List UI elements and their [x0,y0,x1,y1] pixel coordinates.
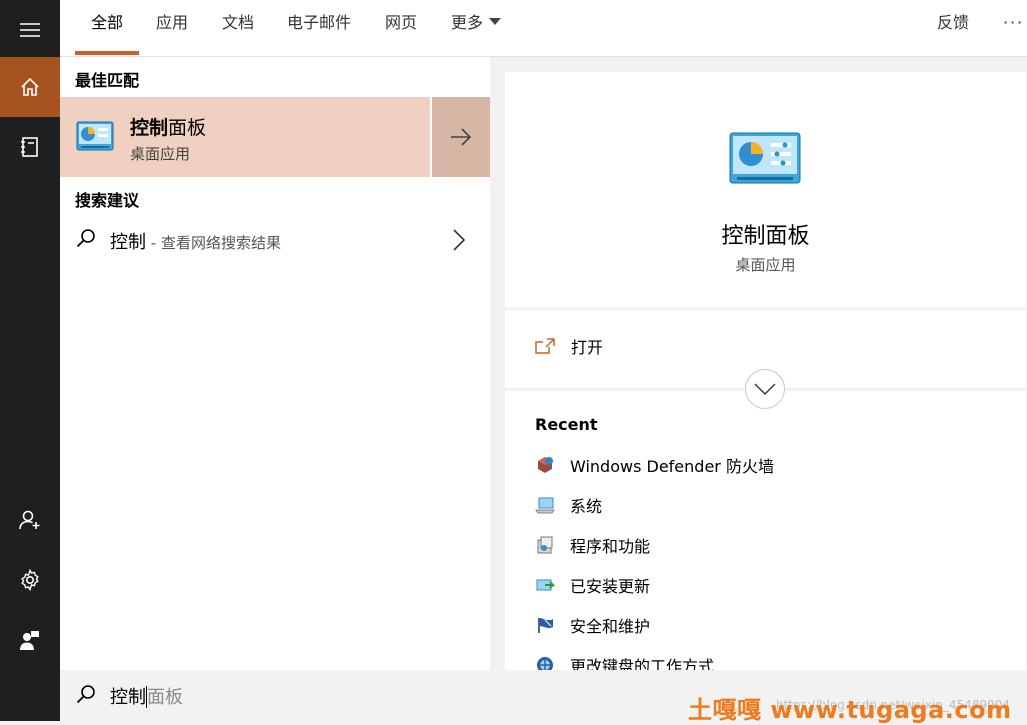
recent-item[interactable]: 程序和功能 [535,532,650,558]
chevron-right-icon [452,228,466,256]
home-icon [21,77,39,96]
tab-more-label: 更多 [451,13,484,32]
recent-item[interactable]: 更改键盘的工作方式 [535,652,714,670]
account-button[interactable] [0,490,60,550]
recent-item[interactable]: 已安装更新 [535,572,650,598]
search-icon [76,684,96,708]
firewall-icon [538,457,553,473]
recent-heading: Recent [535,415,598,434]
arrow-right-icon [451,128,472,146]
control-panel-icon [76,121,114,155]
keyboard-ease-icon [537,657,553,670]
programs-icon [537,536,553,554]
updates-icon [536,579,555,591]
search-suggestions-heading: 搜索建议 [75,191,140,210]
results-pane: 最佳匹配 控制面板 桌面应用 搜索建议 控制 - 查看网络搜索结果 [60,57,490,670]
search-icon [76,228,96,252]
security-flag-icon [538,618,553,633]
more-options-button[interactable]: ··· [1003,0,1024,46]
recent-item[interactable]: 系统 [535,492,602,518]
notebook-button[interactable] [0,117,60,177]
add-person-icon [19,510,40,530]
search-autocomplete: 面板 [147,687,183,708]
home-button[interactable] [0,57,60,117]
detail-title: 控制面板 [721,224,810,249]
feedback-button[interactable] [0,610,60,670]
detail-subtitle: 桌面应用 [735,256,796,274]
caret-down-icon [489,18,502,25]
tab-documents[interactable]: 文档 [222,0,254,57]
left-rail [0,0,60,721]
tab-all[interactable]: 全部 [91,0,123,57]
open-external-icon [535,338,555,354]
system-icon [535,497,555,514]
best-match-name: 控制面板 [130,117,207,139]
control-panel-large-icon [729,132,801,188]
tab-email[interactable]: 电子邮件 [287,0,351,57]
active-tab-underline [75,51,139,55]
settings-button[interactable] [0,550,60,610]
recent-item[interactable]: 安全和维护 [535,612,650,638]
menu-button[interactable] [0,0,60,60]
detail-header: 控制面板 桌面应用 [505,72,1026,307]
feedback-link[interactable]: 反馈 [937,0,969,46]
open-action-label: 打开 [571,338,604,357]
tab-web[interactable]: 网页 [385,0,417,57]
recent-section: Recent Windows Defender 防火墙 系统 程序和功能 已安装… [505,391,1026,670]
open-best-match-button[interactable] [430,97,490,177]
best-match-heading: 最佳匹配 [75,71,140,90]
feedback-person-icon [20,631,39,650]
best-match-type: 桌面应用 [130,145,191,163]
best-match-item[interactable]: 控制面板 桌面应用 [60,97,490,177]
suggestion-text: 控制 - 查看网络搜索结果 [110,232,281,253]
text-caret [146,686,147,708]
open-action[interactable]: 打开 [535,334,603,358]
notebook-icon [21,137,38,157]
tab-more[interactable]: 更多 [451,0,502,57]
tab-apps[interactable]: 应用 [156,0,188,57]
hamburger-icon [20,23,40,37]
filter-tabs-bar: 全部 应用 文档 电子邮件 网页 更多 反馈 ··· [60,0,1027,57]
web-search-suggestion[interactable]: 控制 - 查看网络搜索结果 [60,220,490,260]
brand-watermark: 土嘎嘎 www.tugaga.com [688,696,1012,724]
expand-button[interactable] [745,369,785,409]
chevron-down-icon [754,383,776,395]
recent-item[interactable]: Windows Defender 防火墙 [535,452,774,478]
search-typed-text: 控制 [110,687,146,708]
search-input[interactable]: 控制面板 [110,683,183,709]
gear-icon [21,569,39,591]
